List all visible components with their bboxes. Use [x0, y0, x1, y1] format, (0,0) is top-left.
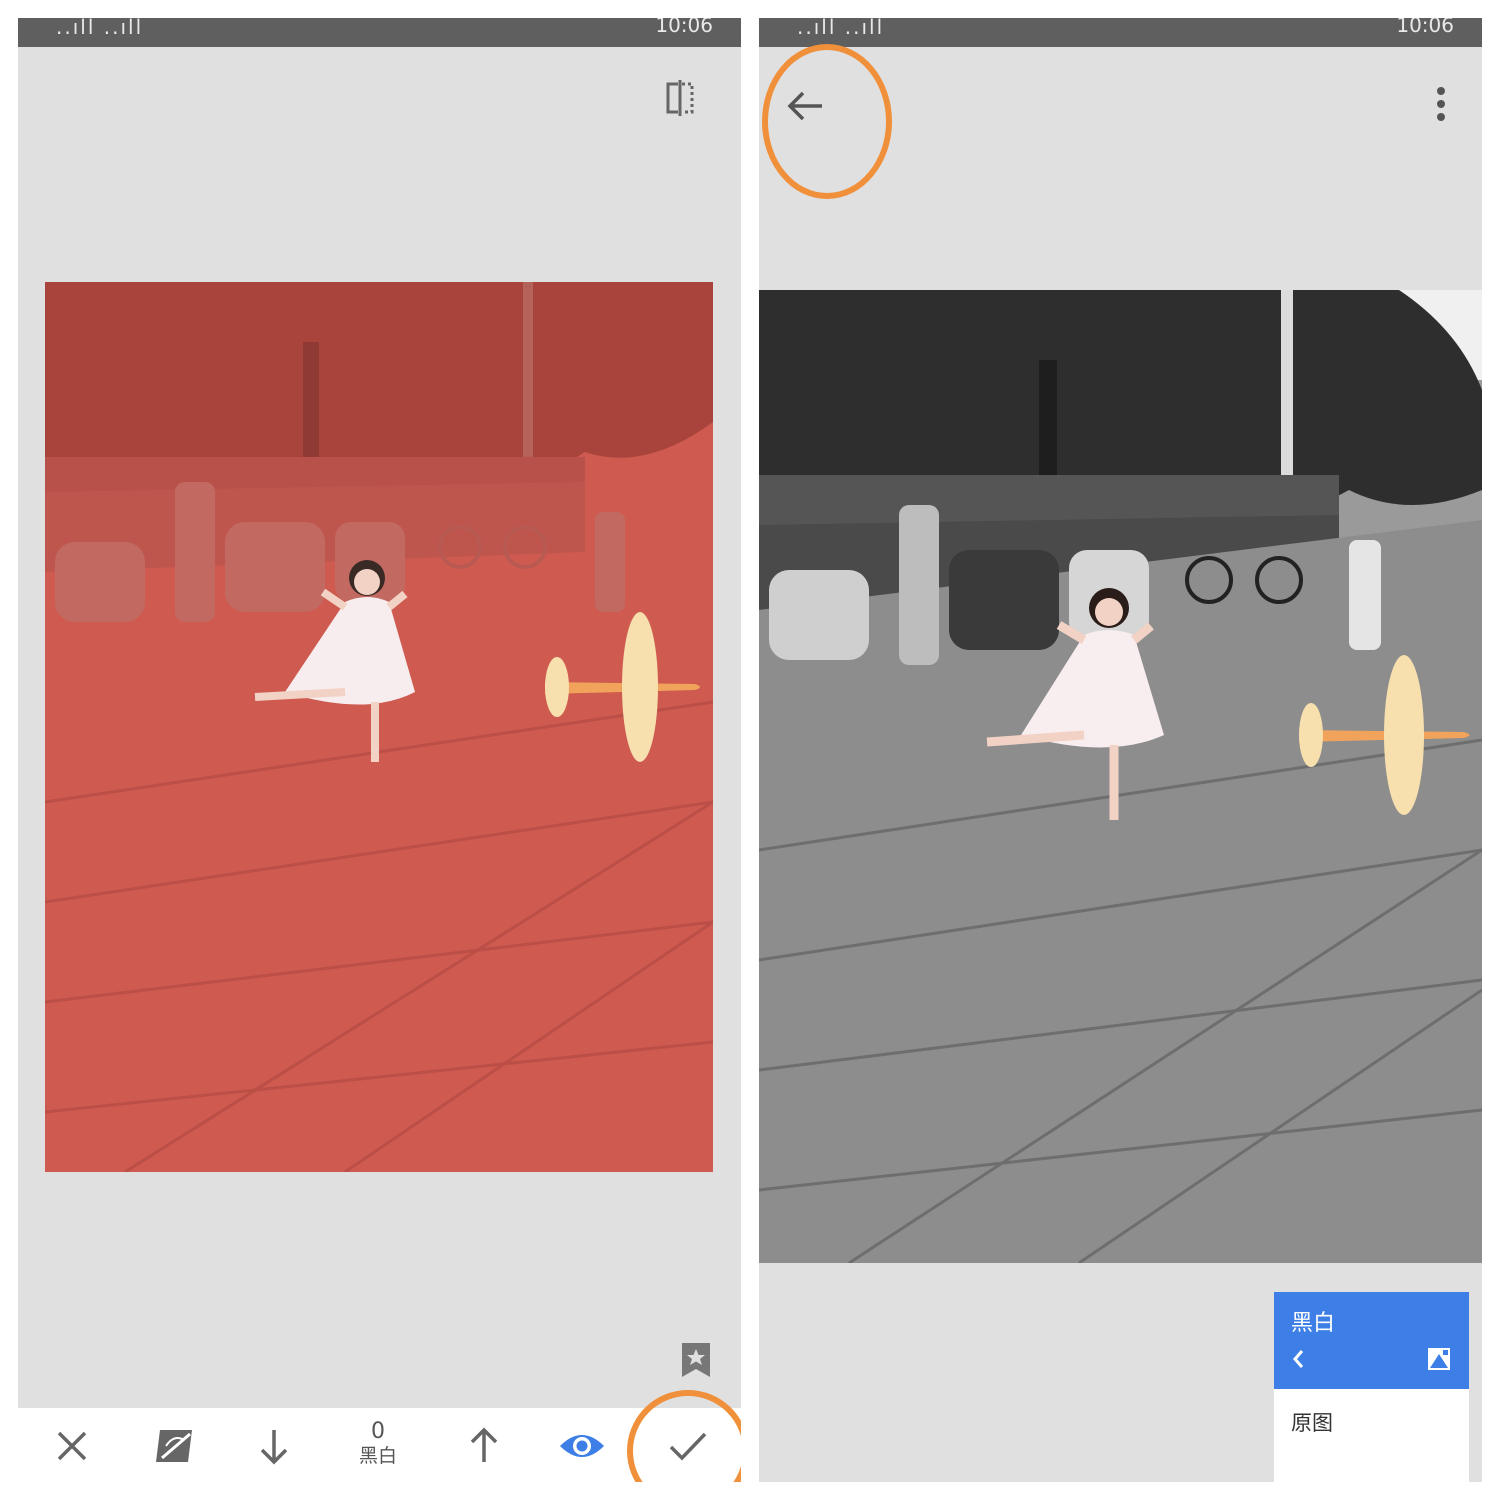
- stack-edit-icon[interactable]: [1424, 1344, 1454, 1374]
- left-phone-screen: ..ıll ..ıll 10:06 0 黑白: [18, 18, 741, 1482]
- adjustment-label: 黑白: [358, 1445, 397, 1467]
- status-time: 10:06: [655, 18, 713, 37]
- arrow-up-icon[interactable]: [454, 1416, 514, 1476]
- adjustment-value: 0 黑白: [338, 1420, 418, 1468]
- menu-title: 黑白: [1291, 1311, 1336, 1336]
- mask-brush-icon[interactable]: [144, 1416, 204, 1476]
- signal-indicator: ..ıll ..ıll: [797, 18, 885, 39]
- status-bar: ..ıll ..ıll 10:06: [18, 18, 741, 47]
- adjustment-value-number: 0: [371, 1419, 385, 1444]
- menu-header-bw[interactable]: 黑白: [1274, 1292, 1469, 1389]
- status-bar: ..ıll ..ıll 10:06: [759, 18, 1482, 47]
- photo-with-mask-overlay[interactable]: [45, 282, 713, 1172]
- highlight-ring-apply: [627, 1390, 741, 1482]
- bookmark-star-icon[interactable]: [676, 1338, 716, 1382]
- chevron-left-icon[interactable]: [1286, 1344, 1310, 1374]
- highlight-ring-back: [762, 44, 892, 199]
- eye-icon[interactable]: [552, 1416, 612, 1476]
- more-vertical-icon[interactable]: [1425, 82, 1457, 126]
- right-phone-screen: ..ıll ..ıll 10:06 黑白 原图: [759, 18, 1482, 1482]
- edit-history-menu: 黑白 原图: [1274, 1292, 1469, 1482]
- compare-split-icon[interactable]: [656, 74, 704, 122]
- photo-preview-bw: [759, 290, 1482, 1263]
- arrow-down-icon[interactable]: [244, 1416, 304, 1476]
- close-icon[interactable]: [42, 1416, 102, 1476]
- signal-indicator: ..ıll ..ıll: [56, 18, 144, 39]
- status-time: 10:06: [1396, 18, 1454, 37]
- menu-item-original[interactable]: 原图: [1291, 1407, 1333, 1437]
